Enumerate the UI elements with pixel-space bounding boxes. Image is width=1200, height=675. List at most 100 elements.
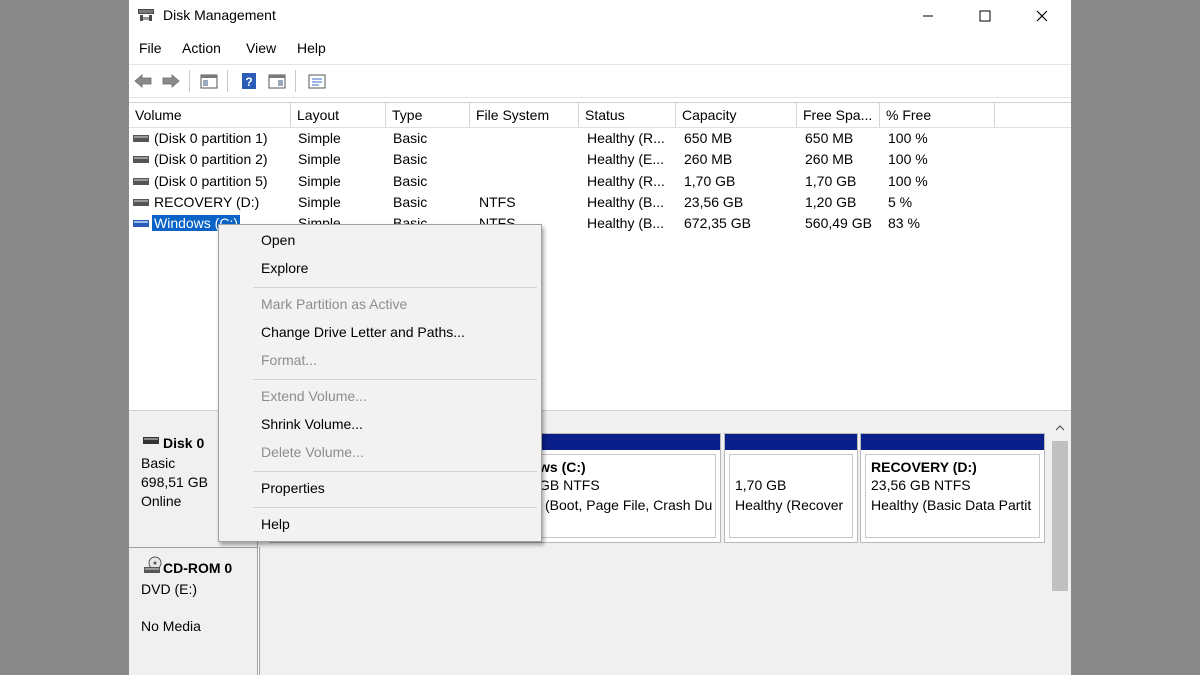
title-bar: Disk Management — [129, 0, 1071, 32]
cdrom-0-empty-area — [259, 547, 1049, 675]
column-type[interactable]: Type — [386, 103, 470, 127]
cell-free-space: 560,49 GB — [805, 215, 872, 231]
partition-recovery-1[interactable]: 1,70 GB Healthy (Recover — [724, 433, 858, 543]
column-capacity[interactable]: Capacity — [676, 103, 797, 127]
cd-drive-icon — [144, 556, 162, 573]
menu-item-extend-volume: Extend Volume... — [261, 388, 367, 404]
scroll-up-button[interactable] — [1049, 419, 1071, 437]
menu-file[interactable]: File — [139, 40, 162, 56]
column-status[interactable]: Status — [579, 103, 676, 127]
cdrom-0-name: CD-ROM 0 — [163, 560, 233, 576]
cell-percent-free: 5 % — [888, 194, 913, 210]
svg-text:?: ? — [245, 75, 252, 89]
cell-volume: (Disk 0 partition 1) — [154, 130, 268, 146]
partition-status: (Boot, Page File, Crash Du — [545, 497, 713, 513]
cell-capacity: 1,70 GB — [684, 173, 736, 189]
menu-item-mark-active: Mark Partition as Active — [261, 296, 408, 312]
table-row[interactable]: (Disk 0 partition 1) Simple Basic Health… — [129, 128, 1071, 149]
view-pane-icon[interactable] — [267, 71, 287, 91]
close-button[interactable] — [1019, 0, 1065, 32]
table-row[interactable]: (Disk 0 partition 5) Simple Basic Health… — [129, 171, 1071, 192]
menu-view[interactable]: View — [246, 40, 276, 56]
table-row[interactable]: RECOVERY (D:) Simple Basic NTFS Healthy … — [129, 192, 1071, 213]
cell-layout: Simple — [298, 151, 341, 167]
menu-help[interactable]: Help — [297, 40, 326, 56]
disk-0-type: Basic — [141, 455, 176, 471]
menu-item-format: Format... — [261, 352, 318, 368]
toolbar-separator — [227, 70, 228, 92]
toolbar-separator — [189, 70, 190, 92]
column-file-system[interactable]: File System — [470, 103, 579, 127]
cell-status: Healthy (E... — [587, 151, 665, 167]
back-arrow-icon[interactable] — [133, 71, 153, 91]
maximize-button[interactable] — [962, 0, 1008, 32]
cdrom-0-label[interactable]: CD-ROM 0 DVD (E:) No Media — [129, 547, 258, 675]
cell-layout: Simple — [298, 130, 341, 146]
cell-free-space: 650 MB — [805, 130, 854, 146]
cell-status: Healthy (B... — [587, 194, 665, 210]
minimize-button[interactable] — [905, 0, 951, 32]
volume-icon — [133, 178, 149, 185]
properties-list-icon[interactable] — [307, 71, 327, 91]
cell-layout: Simple — [298, 173, 341, 189]
column-layout[interactable]: Layout — [291, 103, 386, 127]
partition-size: 23,56 GB NTFS — [871, 477, 971, 493]
help-icon[interactable]: ? — [239, 71, 259, 91]
maximize-icon — [979, 10, 991, 22]
menu-item-change-drive-letter[interactable]: Change Drive Letter and Paths... — [261, 324, 465, 340]
menu-item-help[interactable]: Help — [261, 516, 290, 532]
cell-free-space: 260 MB — [805, 151, 854, 167]
cell-layout: Simple — [298, 194, 341, 210]
cell-percent-free: 100 % — [888, 173, 928, 189]
table-row[interactable]: (Disk 0 partition 2) Simple Basic Health… — [129, 149, 1071, 170]
menu-item-open[interactable]: Open — [261, 232, 295, 248]
partition-size: GB NTFS — [539, 477, 600, 493]
partition-status: Healthy (Recover — [735, 497, 844, 513]
disk-0-size: 698,51 GB — [141, 474, 208, 490]
column-percent-free[interactable]: % Free — [880, 103, 995, 127]
cell-capacity: 650 MB — [684, 130, 733, 146]
cell-volume: (Disk 0 partition 2) — [154, 151, 268, 167]
cell-free-space: 1,70 GB — [805, 173, 857, 189]
partition-recovery-d[interactable]: RECOVERY (D:) 23,56 GB NTFS Healthy (Bas… — [860, 433, 1045, 543]
volume-icon — [133, 220, 149, 227]
partition-name: ws (C:) — [539, 459, 586, 475]
cell-free-space: 1,20 GB — [805, 194, 857, 210]
menu-item-shrink-volume[interactable]: Shrink Volume... — [261, 416, 363, 432]
menu-separator — [253, 379, 537, 380]
column-volume[interactable]: Volume — [129, 103, 291, 127]
cdrom-0-row: CD-ROM 0 DVD (E:) No Media — [129, 547, 1049, 675]
menu-item-explore[interactable]: Explore — [261, 260, 308, 276]
cell-capacity: 260 MB — [684, 151, 733, 167]
scroll-thumb[interactable] — [1052, 441, 1068, 591]
column-header-row: Volume Layout Type File System Status Ca… — [129, 103, 1071, 128]
cell-capacity: 672,35 GB — [684, 215, 751, 231]
toolbar-separator — [295, 70, 296, 92]
menu-action[interactable]: Action — [182, 40, 221, 56]
forward-arrow-icon[interactable] — [161, 71, 181, 91]
cell-percent-free: 100 % — [888, 151, 928, 167]
menu-item-delete-volume: Delete Volume... — [261, 444, 364, 460]
cell-status: Healthy (R... — [587, 173, 665, 189]
partition-details: RECOVERY (D:) 23,56 GB NTFS Healthy (Bas… — [865, 454, 1040, 538]
vertical-scrollbar[interactable] — [1049, 419, 1071, 675]
cell-type: Basic — [393, 151, 428, 167]
cell-capacity: 23,56 GB — [684, 194, 744, 210]
cell-status: Healthy (R... — [587, 130, 665, 146]
volume-icon — [133, 156, 149, 163]
menu-item-properties[interactable]: Properties — [261, 480, 325, 496]
partition-color-bar — [725, 434, 857, 450]
cell-type: Basic — [393, 130, 428, 146]
cell-type: Basic — [393, 173, 428, 189]
disk-icon — [143, 437, 159, 444]
show-hide-console-tree-icon[interactable] — [199, 71, 219, 91]
partition-color-bar — [861, 434, 1044, 450]
cdrom-0-status: No Media — [141, 618, 201, 634]
cell-file-system: NTFS — [479, 194, 516, 210]
menu-separator — [253, 287, 537, 288]
column-free-space[interactable]: Free Spa... — [797, 103, 880, 127]
chevron-up-icon — [1055, 425, 1065, 431]
cell-percent-free: 100 % — [888, 130, 928, 146]
partition-status: Healthy (Basic Data Partit — [871, 497, 1032, 513]
cell-volume: RECOVERY (D:) — [154, 194, 260, 210]
